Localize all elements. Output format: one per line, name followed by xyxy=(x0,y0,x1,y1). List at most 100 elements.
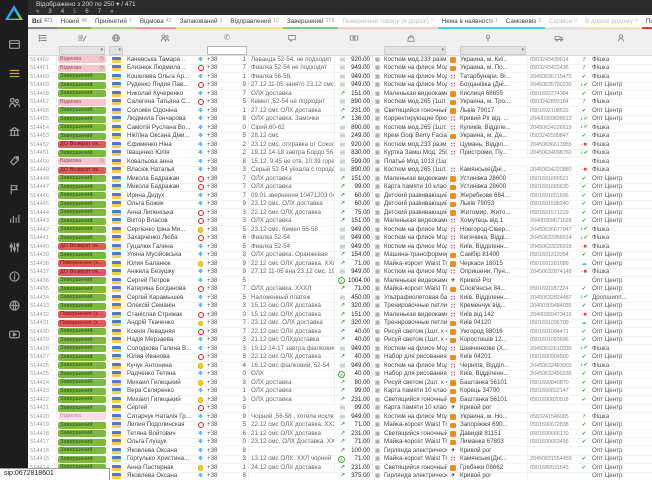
tracking-number[interactable]: 20400309671628 xyxy=(528,217,578,225)
order-row[interactable]: 514461Відмова◷Близнюк Людмила ..+387Фиал… xyxy=(28,65,652,74)
order-comment[interactable]: Чорний ,56-58 , хотела исключ... xyxy=(249,413,335,421)
order-status[interactable]: Повернення (з... xyxy=(57,260,107,267)
client-phone[interactable]: +382 xyxy=(205,141,249,149)
product-name[interactable]: Набор для рисования в темнот... xyxy=(382,370,448,378)
client-name[interactable]: Анна Пастернак xyxy=(125,464,196,472)
product-name[interactable]: Гирлянда электрическая (100 л... xyxy=(382,472,448,480)
tracking-number[interactable]: 0501692108522 xyxy=(528,107,578,115)
product-name[interactable]: Гирлянда электрическая (100 л... xyxy=(382,447,448,455)
order-status[interactable]: Відмова◷ xyxy=(57,158,107,165)
client-phone[interactable]: +385 xyxy=(205,98,249,106)
tracking-number[interactable]: 20450632874148 xyxy=(528,268,578,276)
delivery-address[interactable]: Чернігів, Віддiл... xyxy=(458,362,528,370)
order-row[interactable]: 514435ЗавершенийКатерина Богданова+387ОЛ… xyxy=(28,286,652,295)
client-name[interactable]: Каневська Тамара .. xyxy=(125,56,196,64)
tracking-number[interactable]: 20400309484935 xyxy=(528,302,578,310)
column-header-pin-icon[interactable] xyxy=(448,33,528,43)
product-name[interactable]: Детский развивающий констру... xyxy=(382,209,448,217)
client-phone[interactable]: +380 xyxy=(205,124,249,132)
client-name[interactable]: Яковлева Оксана xyxy=(125,472,196,480)
product-name[interactable]: Костюм на флисе Мод.1014 (1ш... xyxy=(382,64,448,72)
product-name[interactable]: Карта памяти 10 класс - 32Гб *1... xyxy=(382,404,448,412)
product-name[interactable]: Майка-корсет Waist Trainer *142... xyxy=(382,455,448,463)
order-status[interactable]: Завершений xyxy=(57,107,107,114)
video-icon[interactable] xyxy=(8,328,21,341)
order-row[interactable]: 514441ЗавершенийЗахарченко Люба+386Фиалк… xyxy=(28,235,652,244)
order-status[interactable]: Відмова◷ xyxy=(57,56,107,63)
order-row[interactable]: 514426ЗавершенийКучук Антонина+38416.12 … xyxy=(28,362,652,371)
order-row[interactable]: 514416ЗавершенийЯковлева Оксана✻+388↗100… xyxy=(28,447,652,456)
delivery-address[interactable]: Кривой рог xyxy=(458,404,528,412)
order-status[interactable]: Завершений xyxy=(57,388,107,395)
client-phone[interactable]: +385 xyxy=(205,226,249,234)
column-header-clients-icon[interactable] xyxy=(125,33,205,43)
order-row[interactable]: 514453ЗавершенийНікітіна Оксана Дми...✻+… xyxy=(28,133,652,142)
order-row[interactable]: 514417ЗавершенийОльга Глущук✻+38023.12 с… xyxy=(28,439,652,448)
client-phone[interactable]: +385 xyxy=(205,243,249,251)
order-comment[interactable]: 19.12 14-18 завтра Бордо 56-58 xyxy=(249,149,335,157)
delivery-address[interactable]: Київ 04120 xyxy=(458,319,528,327)
tab-refused[interactable]: Відмова42 xyxy=(136,15,176,29)
tracking-number[interactable]: 20450635730230 xyxy=(528,81,578,89)
order-comment[interactable]: 15.12 смс ОЛХ доставка xyxy=(249,311,335,319)
order-row[interactable]: 514449ДО Возврат ок...Власюк Наталья✻+38… xyxy=(28,167,652,176)
order-comment[interactable]: Фиалка 52-54 не подходит xyxy=(249,64,335,72)
tracking-number[interactable]: 20450636715475 xyxy=(528,73,578,81)
order-row[interactable]: 514446ЗавершенийИрина Дидух✻+38709.01 зв… xyxy=(28,192,652,201)
delivery-address[interactable]: Украина, м. Но... xyxy=(458,413,528,421)
delivery-address[interactable]: Ужгород 88016 xyxy=(458,328,528,336)
order-row[interactable]: 514454ЗавершенийСамотій Руслана Во...✻+3… xyxy=(28,124,652,133)
dashboard-icon[interactable] xyxy=(8,38,21,51)
delivery-address[interactable]: Хомутець від.1 xyxy=(458,217,528,225)
order-status[interactable]: Завершений xyxy=(57,218,107,225)
tab-services[interactable]: Сервіси0 xyxy=(545,15,581,29)
order-row[interactable]: 514462Відмова◷Каневська Тамара ..✻+381Ла… xyxy=(28,56,652,65)
client-phone[interactable]: +388 xyxy=(205,158,249,166)
delivery-address[interactable]: Київ 04201 xyxy=(458,353,528,361)
client-phone[interactable]: +387 xyxy=(205,192,249,200)
order-status[interactable]: Завершений xyxy=(57,277,107,284)
order-status[interactable]: Завершений xyxy=(57,82,107,89)
delivery-address[interactable]: Київ, Відділенн... xyxy=(458,294,528,302)
order-status[interactable]: Завершений xyxy=(57,201,107,208)
order-comment[interactable]: 16.12 смс фіалковий, 52-54 xyxy=(249,362,335,370)
client-name[interactable]: Власюк Наталья xyxy=(125,166,196,174)
delivery-address[interactable]: Украина, м. Киї.. xyxy=(458,56,528,64)
delivery-address[interactable]: Черкаси 18015 xyxy=(458,260,528,268)
column-header-person-icon[interactable] xyxy=(590,33,652,43)
delivery-address[interactable]: Київ від.142 xyxy=(458,311,528,319)
settings-icon[interactable] xyxy=(8,241,21,254)
order-comment[interactable]: 22.12 смс ОЛХ доставка xyxy=(249,353,335,361)
order-status[interactable]: Завершений xyxy=(57,116,107,123)
tracking-number[interactable]: 0501692274384 xyxy=(528,90,578,98)
order-status[interactable]: Завершений xyxy=(57,303,107,310)
client-phone[interactable]: +385 xyxy=(205,421,249,429)
client-name[interactable]: Тетяна Войтович xyxy=(125,430,196,438)
order-comment[interactable]: 24.12 смс ОЛХ доставка xyxy=(249,464,335,472)
order-status[interactable]: Завершений xyxy=(57,447,107,454)
order-comment[interactable]: Сірий,60-62 xyxy=(249,124,335,132)
client-phone[interactable]: +387 xyxy=(205,64,249,72)
order-status[interactable]: ДО Возврат ок... xyxy=(57,269,107,276)
order-status[interactable]: Повернення (з... xyxy=(57,320,107,327)
product-name[interactable]: Машина-трансформер ламборд... xyxy=(382,251,448,259)
product-name[interactable]: Тренировочные петли TRX Train... xyxy=(382,319,448,327)
delivery-address[interactable]: Київ, Відділенн... xyxy=(458,243,528,251)
tracking-number[interactable]: 20450632483003 xyxy=(528,362,578,370)
tab-new[interactable]: Новий48 xyxy=(57,15,91,29)
order-row[interactable]: 514457ВідмоваСалегина Татьяна С...+385Ке… xyxy=(28,99,652,108)
order-comment[interactable]: Фиалка 56-58, xyxy=(249,73,335,81)
records-range[interactable]: Відображено з 200 по 250 ▾ / 471 xyxy=(36,1,652,8)
tab-accepted[interactable]: Прийнятий7 xyxy=(91,15,136,29)
tracking-number[interactable]: 0501690904500 xyxy=(528,353,578,361)
client-name[interactable]: Сергієнко Іріна Ми... xyxy=(125,226,196,234)
order-row[interactable]: 514459ЗавершенийРуденко Лидия Пав...+389… xyxy=(28,82,652,91)
order-comment[interactable]: 22.12 смс ОЛХ доставка xyxy=(249,328,335,336)
order-comment[interactable]: 13.12 смс ОЛХ. ХХЛ чорний xyxy=(249,455,335,463)
client-phone[interactable]: +389 xyxy=(205,200,249,208)
product-name[interactable]: Корректирующие брюки Hollyw... xyxy=(382,115,448,123)
client-name[interactable]: Сергей Карамышев xyxy=(125,294,196,302)
delivery-address[interactable]: Київ, Відділенн... xyxy=(458,370,528,378)
order-comment[interactable]: ОЛХ доставка xyxy=(249,396,335,404)
order-comment[interactable]: 27.12 смс ОЛХ доставка xyxy=(249,107,335,115)
